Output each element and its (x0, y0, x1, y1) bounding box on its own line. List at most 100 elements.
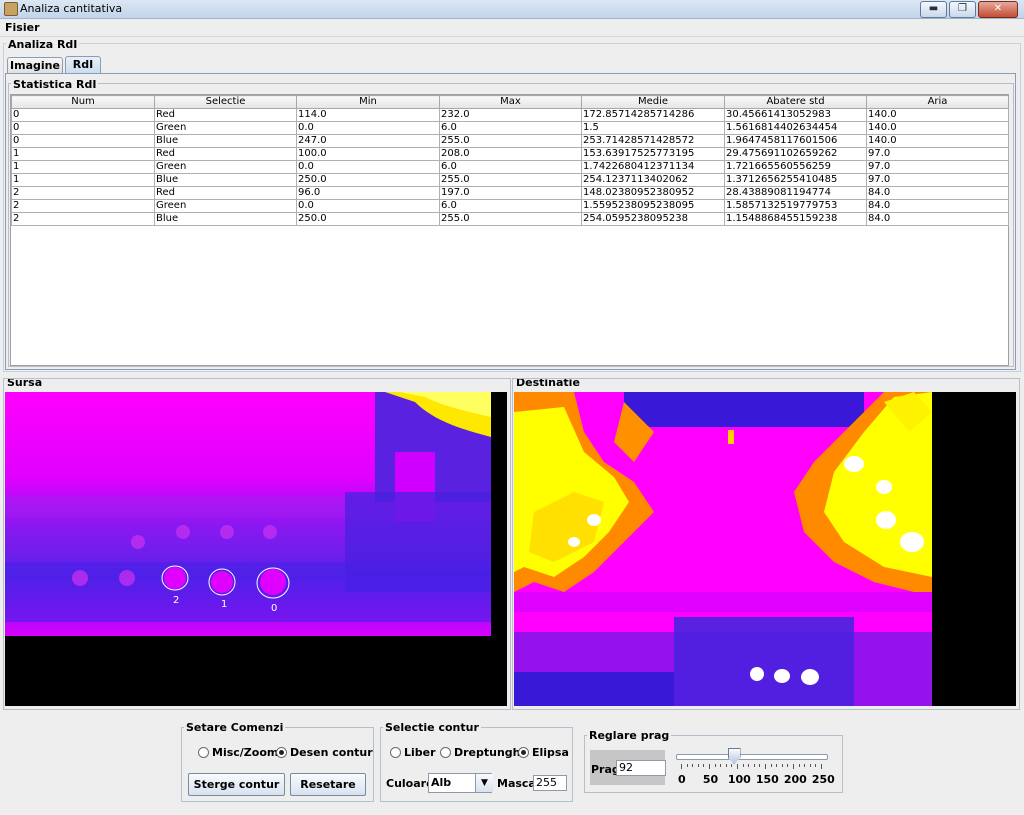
col-header-min[interactable]: Min (296, 95, 440, 109)
tab-rdi[interactable]: RdI (65, 56, 101, 74)
table-cell: 6.0 (439, 199, 582, 213)
slider-tick (742, 764, 744, 767)
slider-tick (720, 764, 722, 767)
source-thermal-image: 2 1 0 (5, 392, 507, 706)
col-header-max[interactable]: Max (439, 95, 582, 109)
table-row[interactable]: 1 Blue 250.0 255.0 254.1237113402062 1.371265… (11, 173, 1009, 187)
minimize-button[interactable]: ▬ (920, 1, 947, 18)
slider-tick (770, 764, 772, 767)
radio-elipsa-dot[interactable] (518, 747, 529, 758)
table-cell: 254.0595238095238 (581, 212, 725, 226)
radio-liber[interactable]: Liber (390, 746, 436, 759)
prag-input[interactable]: 92 (616, 760, 666, 776)
col-header-aria[interactable]: Aria (866, 95, 1009, 109)
col-header-medie[interactable]: Medie (581, 95, 725, 109)
table-cell: 2 (11, 199, 155, 213)
table-row[interactable]: 1 Red 100.0 208.0 153.63917525773195 29.47569… (11, 147, 1009, 161)
table-cell: 153.63917525773195 (581, 147, 725, 161)
table-cell: 84.0 (866, 186, 1009, 200)
stats-table-container[interactable]: Num Selectie Min Max Medie Abatere std A… (10, 94, 1009, 366)
table-cell: Red (154, 186, 297, 200)
slider-tick (686, 764, 688, 767)
table-row[interactable]: 0 Green 0.0 6.0 1.5 1.5616814402634454 140.0 (11, 121, 1009, 135)
roi-label-2: 2 (173, 595, 179, 606)
slider-tick (759, 764, 761, 767)
stats-table: Num Selectie Min Max Medie Abatere std A… (11, 95, 1009, 226)
analiza-rdi-title: Analiza RdI (6, 38, 80, 51)
radio-desen-contur-dot[interactable] (276, 747, 287, 758)
destination-image[interactable] (514, 392, 1016, 706)
roi-label-0: 0 (271, 603, 277, 614)
table-cell: 250.0 (296, 212, 440, 226)
table-header-row: Num Selectie Min Max Medie Abatere std A… (11, 95, 1009, 109)
radio-misc-zoom-dot[interactable] (198, 747, 209, 758)
table-cell: 2 (11, 186, 155, 200)
table-cell: 1.3712656255410485 (724, 173, 867, 187)
radio-desen-contur-label: Desen contur (290, 746, 373, 759)
col-header-num[interactable]: Num (11, 95, 155, 109)
tab-imagine[interactable]: Imagine (7, 57, 63, 74)
table-row[interactable]: 2 Green 0.0 6.0 1.5595238095238095 1.58571325… (11, 199, 1009, 213)
sterge-contur-button[interactable]: Sterge contur (188, 773, 285, 796)
radio-desen-contur[interactable]: Desen contur (276, 746, 373, 759)
table-cell: 255.0 (439, 212, 582, 226)
col-header-abatere[interactable]: Abatere std (724, 95, 867, 109)
table-cell: Red (154, 108, 297, 122)
slider-tick (804, 764, 806, 767)
table-row[interactable]: 0 Blue 247.0 255.0 253.71428571428572 1.96474… (11, 134, 1009, 148)
table-cell: 1 (11, 173, 155, 187)
slider-tick (697, 764, 699, 767)
source-image[interactable]: 2 1 0 (5, 392, 507, 706)
masca-label: Masca (497, 777, 536, 790)
slider-tick-label: 200 (783, 773, 807, 786)
table-cell: 1.721665560556259 (724, 160, 867, 174)
table-row[interactable]: 2 Red 96.0 197.0 148.02380952380952 28.438890… (11, 186, 1009, 200)
table-cell: Red (154, 147, 297, 161)
roi-label-1: 1 (221, 599, 227, 610)
col-header-selectie[interactable]: Selectie (154, 95, 297, 109)
menu-fisier[interactable]: Fisier (5, 21, 40, 34)
radio-liber-dot[interactable] (390, 747, 401, 758)
table-cell: 0.0 (296, 160, 440, 174)
table-cell: 140.0 (866, 121, 1009, 135)
table-cell: 1 (11, 147, 155, 161)
radio-dreptunghi-dot[interactable] (440, 747, 451, 758)
slider-tick-label: 0 (677, 773, 686, 786)
table-cell: 28.438890811947​74 (724, 186, 867, 200)
table-cell: 2 (11, 212, 155, 226)
table-cell: Blue (154, 134, 297, 148)
table-cell: 1.1548868455159238 (724, 212, 867, 226)
slider-tick (703, 764, 705, 767)
statistica-rdi-title: Statistica RdI (11, 78, 99, 91)
table-cell: 1 (11, 160, 155, 174)
table-row[interactable]: 1 Green 0.0 6.0 1.7422680412371134 1.72166556… (11, 160, 1009, 174)
radio-dreptunghi[interactable]: Dreptunghi (440, 746, 524, 759)
java-app-icon (4, 2, 18, 16)
table-cell: 1.5616814402634454 (724, 121, 867, 135)
table-row[interactable]: 2 Blue 250.0 255.0 254.0595238095238 1.154886… (11, 212, 1009, 226)
close-button[interactable]: ✕ (978, 1, 1018, 18)
table-row[interactable]: 0 Red 114.0 232.0 172.85714285714286 30.45661… (11, 108, 1009, 122)
window-title: Analiza cantitativa (20, 2, 123, 15)
masca-input[interactable]: 255 (533, 775, 567, 791)
table-cell: 140.0 (866, 108, 1009, 122)
slider-tick (809, 764, 811, 767)
radio-misc-zoom[interactable]: Misc/Zoom (198, 746, 278, 759)
slider-tick (725, 764, 727, 767)
resetare-button[interactable]: Resetare (290, 773, 366, 796)
prag-slider-track[interactable] (676, 754, 828, 760)
slider-tick (821, 764, 822, 769)
table-cell: Green (154, 121, 297, 135)
radio-elipsa[interactable]: Elipsa (518, 746, 569, 759)
maximize-button[interactable]: ❐ (949, 1, 976, 18)
slider-tick (681, 764, 682, 769)
radio-dreptunghi-label: Dreptunghi (454, 746, 525, 759)
table-cell: 0.0 (296, 199, 440, 213)
slider-tick (692, 764, 694, 767)
chevron-down-icon[interactable]: ▼ (475, 774, 493, 792)
table-cell: 30.45661413052983 (724, 108, 867, 122)
table-cell: 0 (11, 134, 155, 148)
table-cell: 97.0 (866, 147, 1009, 161)
table-cell: Blue (154, 212, 297, 226)
table-cell: 1.7422680412371134 (581, 160, 725, 174)
